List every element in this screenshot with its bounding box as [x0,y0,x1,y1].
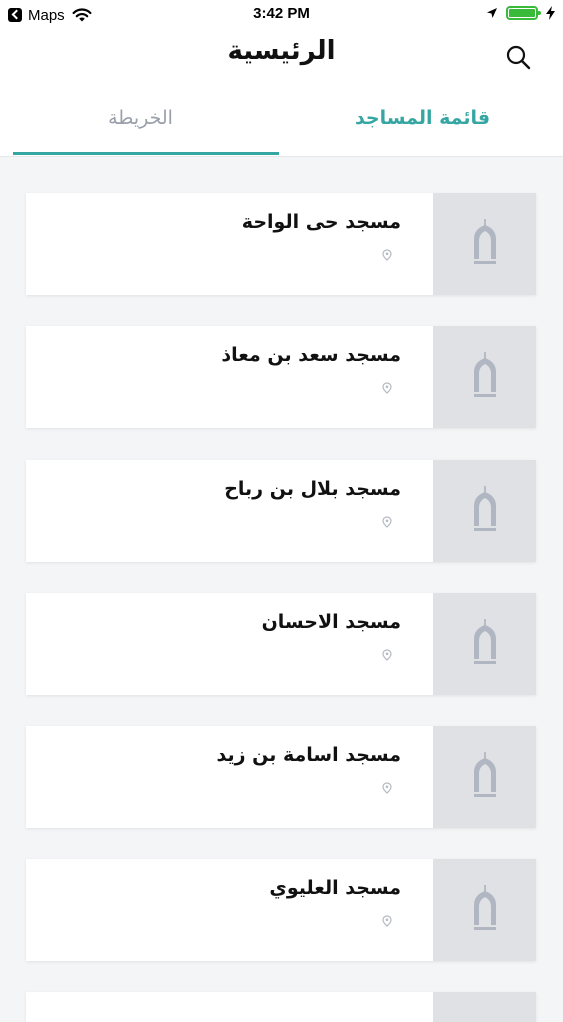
mosque-card[interactable]: مسجد حى الواحة [26,193,536,295]
page-title: الرئيسية [227,36,336,66]
mosque-thumbnail [433,460,536,562]
mosque-thumbnail [433,593,536,695]
mosque-name: مسجد الاحسان [261,611,401,633]
mosque-thumbnail [433,326,536,428]
mosque-thumbnail [433,193,536,295]
mosque-card[interactable]: مسجد سعد بن معاذ [26,326,536,428]
location-pin-icon [382,382,392,394]
location-arrow-icon [487,8,497,18]
mosque-placeholder-icon [473,486,496,531]
location-pin-icon [382,516,392,528]
mosque-card[interactable]: مسجد العليوي [26,859,536,961]
mosque-card[interactable]: مسجد الاحسان [26,593,536,695]
tab-bar: قائمة المساجد الخريطة [0,80,563,157]
mosque-thumbnail [433,726,536,828]
mosque-card-partial[interactable] [26,992,536,1022]
mosque-name: مسجد اسامة بن زيد [216,744,401,766]
battery-icon [506,6,541,20]
tab-map[interactable]: الخريطة [0,80,281,156]
mosque-placeholder-icon [473,219,496,264]
location-pin-icon [382,249,392,261]
nav-header: الرئيسية [0,30,563,80]
mosque-card[interactable]: مسجد اسامة بن زيد [26,726,536,828]
active-tab-indicator [13,152,279,155]
location-pin-icon [382,915,392,927]
charging-bolt-icon [546,6,555,20]
search-icon[interactable] [505,44,531,70]
mosque-card[interactable]: مسجد بلال بن رباح [26,460,536,562]
mosque-name: مسجد العليوي [269,877,401,899]
mosque-placeholder-icon [473,352,496,397]
mosque-thumbnail [433,859,536,961]
tab-mosque-list[interactable]: قائمة المساجد [282,80,563,156]
status-bar: Maps 3:42 PM [0,0,563,30]
mosque-placeholder-icon [473,885,496,930]
mosque-thumbnail [433,992,536,1022]
location-pin-icon [382,649,392,661]
mosque-name: مسجد حى الواحة [241,211,401,233]
mosque-name: مسجد سعد بن معاذ [221,344,401,366]
mosque-placeholder-icon [473,619,496,664]
mosque-placeholder-icon [473,752,496,797]
status-time: 3:42 PM [253,5,310,22]
mosque-name: مسجد بلال بن رباح [224,478,401,500]
location-pin-icon [382,782,392,794]
